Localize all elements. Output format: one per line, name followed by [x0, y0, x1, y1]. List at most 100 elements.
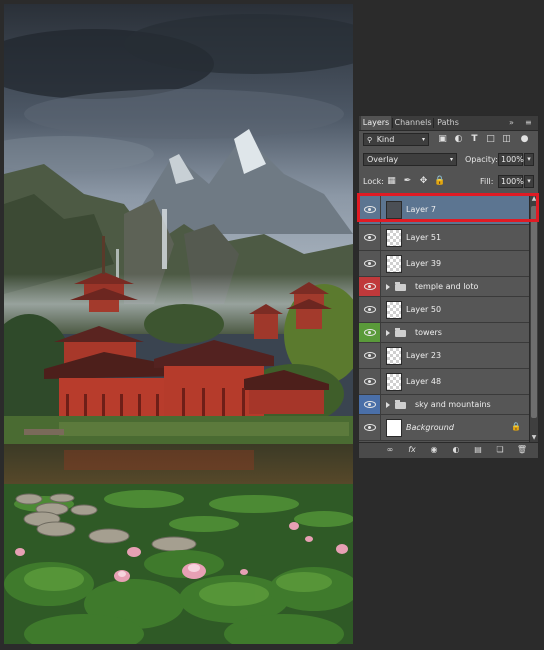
- chevron-down-icon: ▾: [449, 156, 453, 163]
- visibility-toggle[interactable]: [359, 323, 381, 342]
- new-layer-icon[interactable]: ❏: [493, 444, 507, 456]
- visibility-toggle[interactable]: [359, 343, 381, 368]
- expand-arrow-icon[interactable]: [386, 330, 390, 336]
- fill-label: Fill:: [480, 177, 494, 186]
- blend-mode-select[interactable]: Overlay ▾: [363, 153, 457, 166]
- eye-icon[interactable]: [364, 424, 376, 431]
- layer-row-layer-48[interactable]: Layer 48: [359, 369, 529, 395]
- filter-type-icon[interactable]: T: [469, 134, 480, 145]
- layer-row-layer-23[interactable]: Layer 23: [359, 343, 529, 369]
- layer-row-background[interactable]: Background 🔒: [359, 415, 529, 441]
- lock-row: Lock: ▦ ✒ ✥ 🔒 Fill: 100% ▾: [359, 174, 538, 190]
- lock-position-icon[interactable]: ✥: [418, 176, 429, 187]
- scrollbar-thumb[interactable]: [531, 206, 537, 418]
- document-canvas[interactable]: [4, 4, 353, 644]
- panel-menu-icon[interactable]: ≡: [525, 117, 532, 129]
- blend-row: Overlay ▾ Opacity: 100% ▾: [359, 152, 538, 168]
- fx-icon[interactable]: fx: [405, 444, 419, 456]
- lock-transparency-icon[interactable]: ▦: [386, 176, 397, 187]
- layer-thumbnail: [386, 373, 402, 391]
- tab-layers[interactable]: Layers: [361, 116, 391, 130]
- lock-paint-icon[interactable]: ✒: [402, 176, 413, 187]
- layer-thumbnail: [386, 255, 402, 273]
- filter-pixel-icon[interactable]: ▣: [437, 134, 448, 145]
- visibility-toggle[interactable]: [359, 369, 381, 394]
- tab-channels[interactable]: Channels: [394, 116, 432, 130]
- fill-dropdown-button[interactable]: ▾: [524, 175, 534, 188]
- blend-mode-value: Overlay: [367, 155, 399, 164]
- layer-list-scrollbar[interactable]: ▲ ▼: [529, 194, 538, 442]
- selection-highlight-annotation: [357, 193, 539, 222]
- lock-label: Lock:: [363, 177, 384, 186]
- eye-icon[interactable]: [364, 352, 376, 359]
- layer-row-layer-51[interactable]: Layer 51: [359, 225, 529, 251]
- eye-icon[interactable]: [364, 378, 376, 385]
- link-icon[interactable]: ∞: [383, 444, 397, 456]
- trash-icon[interactable]: 🗑: [515, 444, 529, 456]
- layer-name: Layer 50: [406, 305, 442, 314]
- visibility-toggle[interactable]: [359, 225, 381, 250]
- group-row-sky-and-mountains[interactable]: sky and mountains: [359, 395, 529, 415]
- opacity-dropdown-button[interactable]: ▾: [524, 153, 534, 166]
- visibility-toggle[interactable]: [359, 395, 381, 414]
- layer-name: Layer 39: [406, 259, 442, 268]
- filter-kind-select[interactable]: ⚲ Kind ▾: [363, 133, 429, 146]
- opacity-label: Opacity:: [465, 155, 498, 164]
- adjustment-icon[interactable]: ◐: [449, 444, 463, 456]
- search-icon: ⚲: [367, 136, 373, 144]
- panel-tab-bar: Layers Channels Paths » ≡: [359, 116, 538, 131]
- layer-row-layer-39[interactable]: Layer 39: [359, 251, 529, 277]
- filter-smartobject-icon[interactable]: ◫: [501, 134, 512, 145]
- collapse-icon[interactable]: »: [509, 117, 514, 129]
- group-name: towers: [415, 328, 442, 337]
- scroll-down-icon[interactable]: ▼: [530, 434, 538, 441]
- lock-icon: 🔒: [511, 422, 521, 431]
- filter-shape-icon[interactable]: □: [485, 134, 496, 145]
- group-name: sky and mountains: [415, 400, 491, 409]
- eye-icon[interactable]: [364, 306, 376, 313]
- group-name: temple and loto: [415, 282, 479, 291]
- layers-panel: Layers Channels Paths » ≡ ⚲ Kind ▾ ▣ ◐ T…: [358, 115, 539, 458]
- visibility-toggle[interactable]: [359, 415, 381, 440]
- filter-kind-label: Kind: [376, 135, 395, 144]
- eye-icon[interactable]: [364, 283, 376, 290]
- expand-arrow-icon[interactable]: [386, 284, 390, 290]
- filter-toggle-icon[interactable]: ●: [519, 134, 530, 145]
- folder-icon: [395, 400, 406, 409]
- layer-list[interactable]: Layer 7 Layer 51 Layer 39 temple and lot…: [359, 194, 529, 443]
- visibility-toggle[interactable]: [359, 277, 381, 296]
- layer-row-layer-50[interactable]: Layer 50: [359, 297, 529, 323]
- fill-input[interactable]: 100%: [498, 175, 524, 188]
- eye-icon[interactable]: [364, 234, 376, 241]
- group-row-towers[interactable]: towers: [359, 323, 529, 343]
- mask-icon[interactable]: ◉: [427, 444, 441, 456]
- tab-divider: [433, 118, 434, 128]
- group-row-temple-and-loto[interactable]: temple and loto: [359, 277, 529, 297]
- opacity-input[interactable]: 100%: [498, 153, 524, 166]
- folder-icon: [395, 328, 406, 337]
- layer-thumbnail: [386, 347, 402, 365]
- chevron-down-icon: ▾: [421, 136, 425, 143]
- folder-icon: [395, 282, 406, 291]
- artwork-image: [4, 4, 353, 644]
- layer-name: Layer 48: [406, 377, 442, 386]
- layer-name: Layer 51: [406, 233, 442, 242]
- eye-icon[interactable]: [364, 329, 376, 336]
- group-icon[interactable]: ▤: [471, 444, 485, 456]
- filter-adjustment-icon[interactable]: ◐: [453, 134, 464, 145]
- lock-all-icon[interactable]: 🔒: [434, 176, 445, 187]
- tab-paths[interactable]: Paths: [435, 116, 461, 130]
- layers-bottom-toolbar: ∞ fx ◉ ◐ ▤ ❏ 🗑: [359, 442, 538, 458]
- expand-arrow-icon[interactable]: [386, 402, 390, 408]
- eye-icon[interactable]: [364, 260, 376, 267]
- filter-row: ⚲ Kind ▾ ▣ ◐ T □ ◫ ●: [359, 132, 538, 148]
- layer-name: Background: [406, 423, 454, 432]
- tab-divider: [392, 118, 393, 128]
- eye-icon[interactable]: [364, 401, 376, 408]
- layer-name: Layer 23: [406, 351, 442, 360]
- visibility-toggle[interactable]: [359, 251, 381, 276]
- layer-thumbnail: [386, 229, 402, 247]
- layer-thumbnail: [386, 301, 402, 319]
- visibility-toggle[interactable]: [359, 297, 381, 322]
- layer-thumbnail: [386, 419, 402, 437]
